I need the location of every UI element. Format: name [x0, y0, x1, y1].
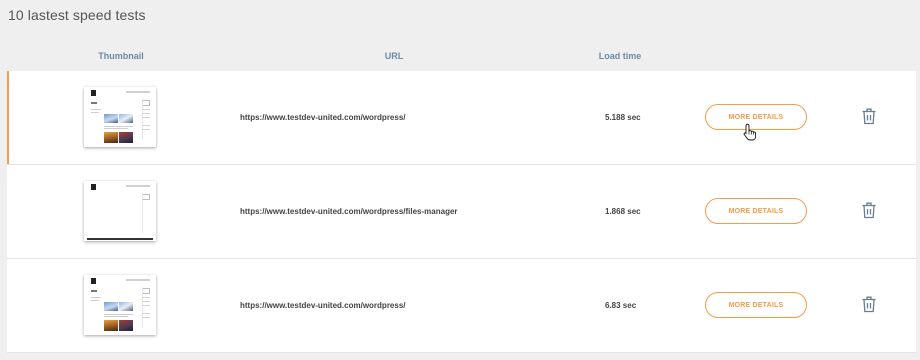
- speed-test-table: https://www.testdev-united.com/wordpress…: [7, 71, 916, 353]
- trash-icon[interactable]: [861, 107, 877, 125]
- table-row: https://www.testdev-united.com/wordpress…: [7, 259, 916, 353]
- trash-icon[interactable]: [861, 201, 877, 219]
- column-header-url: URL: [384, 51, 404, 61]
- page-thumbnail: [84, 275, 156, 335]
- test-url: https://www.testdev-united.com/wordpress…: [240, 113, 406, 122]
- column-header-thumbnail: Thumbnail: [98, 51, 144, 61]
- page-thumbnail: [84, 181, 156, 241]
- more-details-button[interactable]: MORE DETAILS: [705, 198, 807, 224]
- table-row: https://www.testdev-united.com/wordpress…: [7, 71, 916, 165]
- load-time-value: 6.83 sec: [605, 301, 637, 310]
- load-time-value: 5.188 sec: [605, 113, 641, 122]
- test-url: https://www.testdev-united.com/wordpress…: [240, 207, 458, 216]
- hand-pointer-cursor: [743, 123, 757, 141]
- table-row: https://www.testdev-united.com/wordpress…: [7, 165, 916, 259]
- page-thumbnail: [84, 87, 156, 147]
- more-details-button[interactable]: MORE DETAILS: [705, 292, 807, 318]
- load-time-value: 1.868 sec: [605, 207, 641, 216]
- trash-icon[interactable]: [861, 295, 877, 313]
- test-url: https://www.testdev-united.com/wordpress…: [240, 301, 406, 310]
- page-title: 10 lastest speed tests: [8, 7, 146, 23]
- column-header-load-time: Load time: [598, 51, 642, 61]
